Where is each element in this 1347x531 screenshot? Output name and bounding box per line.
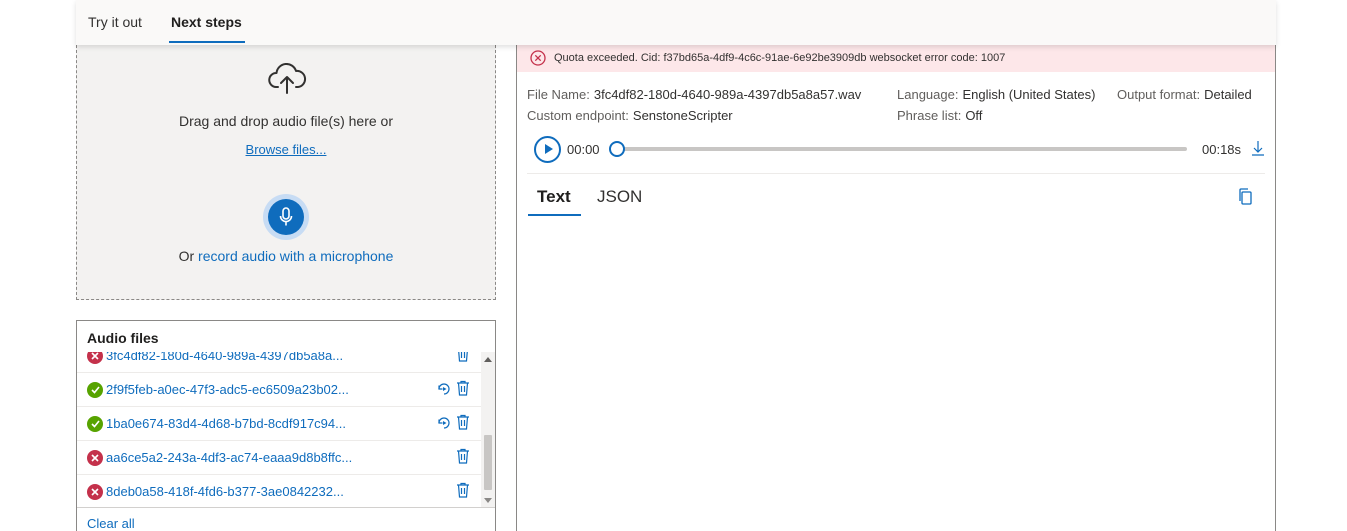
- audio-drop-zone[interactable]: Drag and drop audio file(s) here or Brow…: [76, 45, 496, 300]
- divider: [77, 507, 495, 508]
- record-audio-text: Or record audio with a microphone: [77, 248, 495, 264]
- success-status-icon: [87, 416, 103, 432]
- audio-progress-thumb[interactable]: [609, 141, 625, 157]
- list-item[interactable]: 8deb0a58-418f-4fd6-b377-3ae0842232...: [77, 475, 481, 508]
- language-value: English (United States): [962, 87, 1096, 102]
- error-status-icon: [87, 352, 103, 364]
- phrase-list-meta: Phrase list: Off: [897, 108, 982, 123]
- audio-progress-track[interactable]: [617, 147, 1187, 151]
- delete-icon[interactable]: [456, 352, 470, 362]
- audio-file-name[interactable]: 1ba0e674-83d4-4d68-b7bd-8cdf917c94...: [106, 416, 346, 431]
- error-message-text: Quota exceeded. Cid: f37bd65a-4df9-4c6c-…: [554, 52, 1006, 64]
- browse-files-link[interactable]: Browse files...: [246, 142, 327, 157]
- delete-icon[interactable]: [456, 414, 470, 430]
- language-meta: Language: English (United States): [897, 87, 1095, 102]
- output-format-label: Output format:: [1117, 87, 1201, 102]
- result-panel: Quota exceeded. Cid: f37bd65a-4df9-4c6c-…: [516, 45, 1276, 531]
- list-item[interactable]: 2f9f5feb-a0ec-47f3-adc5-ec6509a23b02...: [77, 373, 481, 407]
- clear-all-link[interactable]: Clear all: [87, 516, 135, 531]
- phrase-list-value: Off: [965, 108, 983, 123]
- copy-icon[interactable]: [1238, 188, 1253, 205]
- tab-json[interactable]: JSON: [597, 187, 642, 207]
- drag-drop-text: Drag and drop audio file(s) here or: [178, 113, 393, 129]
- error-status-icon: [87, 484, 103, 500]
- scroll-up-arrow-icon[interactable]: [484, 357, 492, 362]
- delete-icon[interactable]: [456, 380, 470, 396]
- rerun-icon[interactable]: [436, 381, 452, 397]
- custom-endpoint-label: Custom endpoint:: [527, 108, 629, 123]
- custom-endpoint-value: SenstoneScripter: [632, 108, 733, 123]
- error-circle-icon: [530, 50, 546, 66]
- list-item[interactable]: 3fc4df82-180d-4640-989a-4397db5a8a...: [77, 352, 481, 373]
- language-label: Language:: [897, 87, 959, 102]
- cloud-upload-icon: [268, 63, 307, 94]
- total-duration: 00:18s: [1202, 142, 1242, 157]
- output-format-meta: Output format: Detailed: [1117, 87, 1252, 102]
- audio-file-name[interactable]: 2f9f5feb-a0ec-47f3-adc5-ec6509a23b02...: [106, 382, 349, 397]
- tab-try-it-out[interactable]: Try it out: [88, 14, 142, 30]
- output-format-value: Detailed: [1204, 87, 1252, 102]
- delete-icon[interactable]: [456, 448, 470, 464]
- scroll-down-arrow-icon[interactable]: [484, 498, 492, 503]
- audio-files-list: 3fc4df82-180d-4640-989a-4397db5a8a... 2f…: [77, 352, 481, 508]
- file-name-value: 3fc4df82-180d-4640-989a-4397db5a8a57.wav: [593, 87, 862, 102]
- audio-file-name[interactable]: 3fc4df82-180d-4640-989a-4397db5a8a...: [106, 352, 343, 363]
- files-scrollbar[interactable]: [481, 352, 495, 508]
- audio-file-name[interactable]: 8deb0a58-418f-4fd6-b377-3ae0842232...: [106, 484, 344, 499]
- error-message-bar: Quota exceeded. Cid: f37bd65a-4df9-4c6c-…: [517, 45, 1275, 72]
- list-item[interactable]: aa6ce5a2-243a-4df3-ac74-eaaa9d8b8ffc...: [77, 441, 481, 475]
- custom-endpoint-meta: Custom endpoint: SenstoneScripter: [527, 108, 733, 123]
- tab-text[interactable]: Text: [528, 187, 581, 216]
- rerun-icon[interactable]: [436, 415, 452, 431]
- file-name-meta: File Name: 3fc4df82-180d-4640-989a-4397db…: [527, 87, 861, 102]
- divider: [527, 173, 1265, 174]
- microphone-icon: [279, 207, 293, 226]
- play-button[interactable]: [534, 136, 561, 163]
- record-prefix: Or: [178, 248, 195, 264]
- file-name-label: File Name:: [527, 87, 590, 102]
- record-microphone-button[interactable]: [268, 199, 304, 235]
- success-status-icon: [87, 382, 103, 398]
- record-audio-link[interactable]: record audio with a microphone: [198, 248, 393, 264]
- audio-files-panel: Audio files 3fc4df82-180d-4640-989a-4397…: [76, 320, 496, 531]
- delete-icon[interactable]: [456, 482, 470, 498]
- scrollbar-thumb[interactable]: [484, 435, 492, 490]
- audio-file-name[interactable]: aa6ce5a2-243a-4df3-ac74-eaaa9d8b8ffc...: [106, 450, 352, 465]
- audio-files-title: Audio files: [87, 330, 159, 346]
- download-icon[interactable]: [1251, 140, 1265, 156]
- current-time: 00:00: [567, 142, 600, 157]
- tab-next-steps[interactable]: Next steps: [169, 14, 245, 43]
- top-tab-bar: Try it out Next steps: [76, 0, 1276, 45]
- phrase-list-label: Phrase list:: [897, 108, 962, 123]
- list-item[interactable]: 1ba0e674-83d4-4d68-b7bd-8cdf917c94...: [77, 407, 481, 441]
- microphone-button-halo: [263, 194, 309, 240]
- error-status-icon: [87, 450, 103, 466]
